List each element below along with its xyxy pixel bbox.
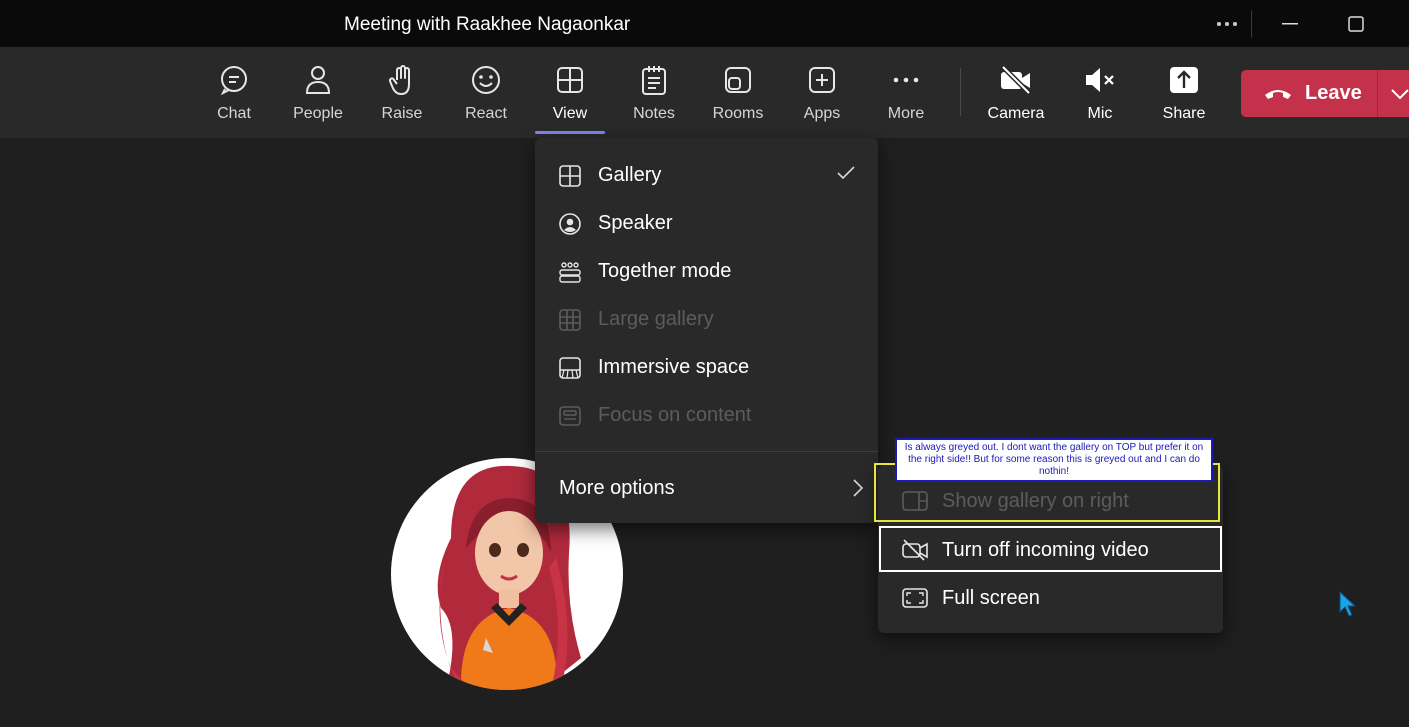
- view-menu: Gallery Speaker Together mode Large gall…: [535, 138, 878, 523]
- menu-item-turn-off-incoming-video[interactable]: Turn off incoming video: [878, 526, 1223, 574]
- notes-icon: [642, 66, 666, 95]
- menu-item-more-options[interactable]: More options: [535, 464, 878, 512]
- mouse-cursor-icon: [1339, 590, 1357, 617]
- menu-item-immersive-space[interactable]: Immersive space: [535, 343, 878, 391]
- leave-main-button[interactable]: Leave: [1241, 70, 1377, 117]
- notes-button[interactable]: Notes: [614, 47, 694, 138]
- chevron-down-icon: [1391, 88, 1409, 99]
- leave-button[interactable]: Leave: [1241, 70, 1409, 117]
- video-off-icon: [902, 539, 928, 561]
- minimize-icon: [1282, 22, 1298, 24]
- menu-item-label: Turn off incoming video: [942, 539, 1149, 561]
- rooms-icon: [725, 67, 751, 93]
- mic-muted-icon: [1086, 68, 1114, 92]
- share-icon: [1170, 67, 1198, 93]
- more-label: More: [887, 105, 925, 122]
- react-label: React: [465, 105, 507, 122]
- meeting-title: Meeting with Raakhee Nagaonkar: [344, 14, 631, 35]
- rooms-label: Rooms: [712, 105, 764, 122]
- camera-label: Camera: [987, 105, 1045, 122]
- maximize-button[interactable]: [1334, 0, 1378, 47]
- minimize-button[interactable]: [1268, 0, 1312, 47]
- menu-item-label: Focus on content: [598, 404, 752, 426]
- more-options-label: More options: [559, 477, 675, 499]
- menu-item-label: Gallery: [598, 164, 662, 186]
- view-button[interactable]: View: [530, 47, 610, 138]
- share-button[interactable]: Share: [1144, 47, 1224, 138]
- full-screen-icon: [902, 588, 928, 608]
- more-ellipsis-icon: [893, 77, 919, 83]
- menu-separator: [535, 451, 878, 452]
- title-bar: Meeting with Raakhee Nagaonkar: [0, 0, 1409, 47]
- chat-label: Chat: [217, 105, 251, 122]
- chat-button[interactable]: Chat: [194, 47, 274, 138]
- focus-content-icon: [559, 406, 581, 426]
- rooms-button[interactable]: Rooms: [698, 47, 778, 138]
- menu-item-label: Show gallery on right: [942, 490, 1129, 512]
- hang-up-icon: [1265, 89, 1291, 99]
- maximize-icon: [1348, 15, 1364, 32]
- checkmark-icon: [837, 166, 855, 180]
- raise-hand-icon: [388, 65, 410, 95]
- camera-off-icon: [1001, 65, 1031, 95]
- view-active-indicator: [535, 131, 605, 134]
- title-separator: [1251, 10, 1252, 38]
- large-gallery-icon: [559, 309, 581, 331]
- leave-label: Leave: [1305, 82, 1362, 104]
- apps-button[interactable]: Apps: [782, 47, 862, 138]
- view-label: View: [552, 105, 588, 122]
- speaker-icon: [559, 213, 581, 235]
- menu-item-together-mode[interactable]: Together mode: [535, 247, 878, 295]
- menu-item-speaker[interactable]: Speaker: [535, 199, 878, 247]
- annotation-callout: Is always greyed out. I dont want the ga…: [895, 438, 1213, 482]
- toolbar-divider: [960, 68, 961, 116]
- react-smiley-icon: [472, 66, 500, 94]
- mic-label: Mic: [1087, 105, 1113, 122]
- meeting-toolbar: Chat People Raise React View Notes Rooms…: [0, 47, 1409, 138]
- menu-item-full-screen[interactable]: Full screen: [878, 574, 1223, 622]
- chevron-right-icon: [853, 479, 864, 497]
- raise-hand-button[interactable]: Raise: [362, 47, 442, 138]
- share-label: Share: [1162, 105, 1206, 122]
- immersive-space-icon: [559, 357, 581, 379]
- notes-label: Notes: [633, 105, 675, 122]
- leave-options-button[interactable]: [1378, 88, 1409, 100]
- together-mode-icon: [559, 262, 581, 283]
- mic-button[interactable]: Mic: [1060, 47, 1140, 138]
- window-more-button[interactable]: [1205, 0, 1249, 47]
- gallery-icon: [559, 165, 581, 187]
- menu-item-label: Large gallery: [598, 308, 714, 330]
- more-button[interactable]: More: [866, 47, 946, 138]
- menu-item-gallery[interactable]: Gallery: [535, 151, 878, 199]
- menu-item-large-gallery[interactable]: Large gallery: [535, 295, 878, 343]
- menu-item-show-gallery-on-right[interactable]: Show gallery on right: [878, 477, 1223, 525]
- view-grid-icon: [557, 67, 583, 93]
- menu-item-label: Full screen: [942, 587, 1040, 609]
- camera-button[interactable]: Camera: [976, 47, 1056, 138]
- people-button[interactable]: People: [278, 47, 358, 138]
- menu-item-label: Immersive space: [598, 356, 750, 378]
- react-button[interactable]: React: [446, 47, 526, 138]
- people-label: People: [293, 105, 343, 122]
- raise-label: Raise: [381, 105, 423, 122]
- menu-item-focus-on-content[interactable]: Focus on content: [535, 391, 878, 439]
- apps-label: Apps: [803, 105, 841, 122]
- menu-item-label: Together mode: [598, 260, 732, 282]
- menu-item-label: Speaker: [598, 212, 673, 234]
- more-options-submenu: Show gallery on right Turn off incoming …: [878, 465, 1223, 633]
- gallery-right-icon: [902, 491, 928, 511]
- apps-plus-icon: [809, 67, 835, 93]
- more-ellipsis-icon: [1217, 21, 1237, 26]
- people-icon: [305, 66, 331, 94]
- chat-icon: [220, 66, 247, 95]
